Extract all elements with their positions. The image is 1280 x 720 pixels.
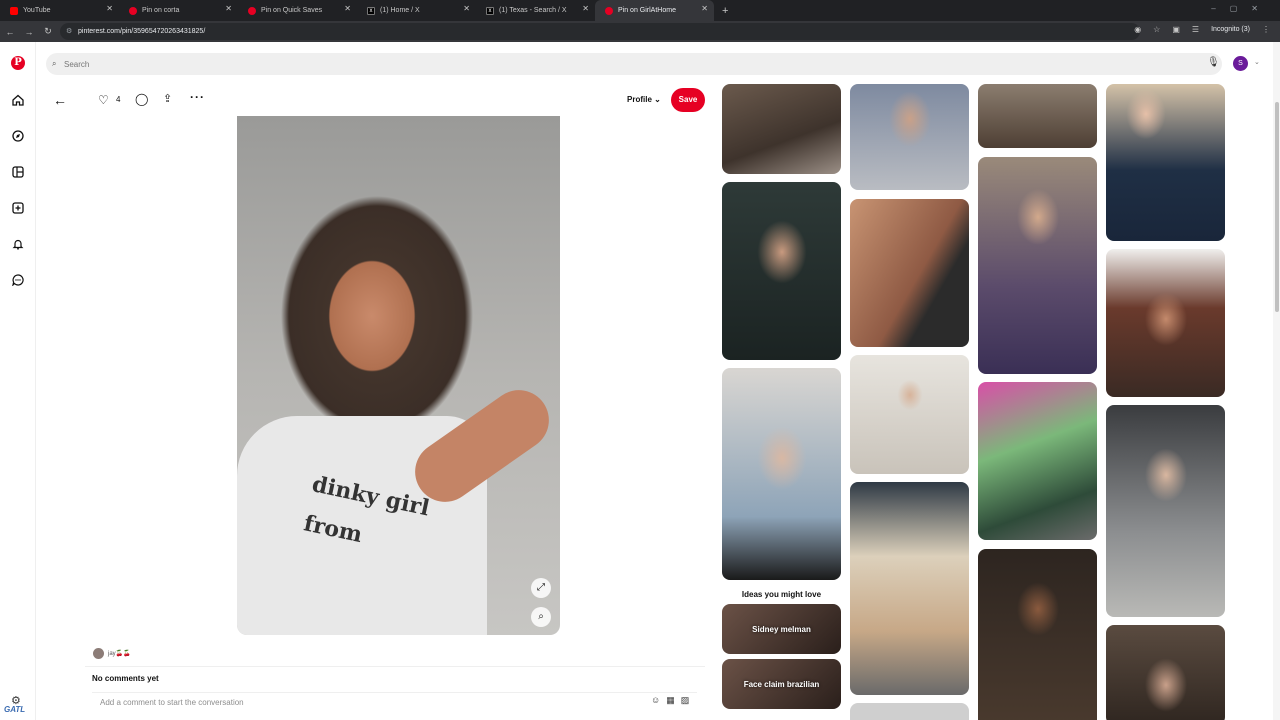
idea-card[interactable]: Sidney melman [722, 604, 841, 654]
related-pin[interactable] [850, 84, 969, 190]
menu-dots-icon[interactable]: ⋮ [1262, 25, 1270, 34]
corner-watermark: GATL [4, 705, 26, 714]
related-pin[interactable] [978, 84, 1097, 148]
search-input[interactable]: ⌕ Search [46, 53, 1222, 75]
tab-x-home[interactable]: x (1) Home / X ✕ [357, 0, 476, 21]
back-arrow-icon[interactable]: ← [53, 92, 67, 108]
microphone-icon[interactable]: 🎙 [1207, 57, 1220, 68]
pin-owner[interactable]: jay🍒🍒 [93, 648, 131, 659]
image-icon[interactable]: ▨ [681, 695, 696, 705]
browser-tab-bar: YouTube ✕ Pin on corta ✕ Pin on Quick Save… [0, 0, 1280, 21]
youtube-icon [10, 6, 18, 15]
chevron-down-icon: ⌄ [654, 95, 661, 104]
create-icon[interactable] [12, 201, 24, 214]
back-arrow-icon[interactable]: ← [1, 27, 19, 37]
related-pin[interactable] [850, 482, 969, 695]
related-pin[interactable] [978, 549, 1097, 720]
related-pin[interactable] [722, 182, 841, 360]
extensions-icon[interactable]: ☰ [1192, 25, 1199, 34]
share-icon[interactable]: ⇪ [163, 92, 172, 105]
emoji-icon[interactable]: ☺ [651, 695, 666, 705]
eye-off-icon[interactable]: ◉ [1134, 25, 1141, 34]
expand-icon[interactable]: ⤢ [531, 578, 551, 598]
related-pin[interactable] [850, 703, 969, 720]
sticker-icon[interactable]: ▦ [666, 695, 681, 705]
address-bar: ← → ↻ ⚙ pinterest.com/pin/35965472026343… [0, 21, 1280, 42]
related-pin[interactable] [978, 157, 1097, 374]
pinterest-icon [605, 6, 613, 15]
messages-icon[interactable] [11, 273, 24, 287]
x-icon: x [367, 6, 375, 15]
tab-pin-quick-saves[interactable]: Pin on Quick Saves ✕ [238, 0, 357, 21]
chevron-down-icon[interactable]: ⌄ [1254, 58, 1260, 66]
comment-icon[interactable]: ◯ [135, 92, 148, 106]
visual-search-icon[interactable]: ⌕ [531, 607, 551, 627]
comments-heading: No comments yet [92, 674, 159, 683]
related-pin[interactable] [1106, 625, 1225, 720]
close-icon[interactable]: ✕ [463, 4, 470, 13]
scrollbar-thumb[interactable] [1275, 102, 1279, 312]
tab-youtube[interactable]: YouTube ✕ [0, 0, 119, 21]
search-icon: ⌕ [52, 59, 57, 68]
close-icon[interactable]: ✕ [106, 4, 113, 13]
like-count: 4 [116, 95, 121, 104]
scrollbar[interactable] [1273, 42, 1280, 720]
idea-card[interactable]: Face claim brazilian [722, 659, 841, 709]
close-icon[interactable]: ✕ [344, 4, 351, 13]
pinterest-icon [248, 6, 256, 15]
close-icon[interactable]: ✕ [701, 4, 708, 13]
window-controls[interactable]: –▢✕ [1211, 4, 1272, 13]
tab-pin-girlathome[interactable]: Pin on GirlAtHome ✕ [595, 0, 714, 21]
tab-pin-corta[interactable]: Pin on corta ✕ [119, 0, 238, 21]
tab-search-icon[interactable]: ▣ [1172, 25, 1180, 34]
reload-icon[interactable]: ↻ [39, 26, 57, 37]
related-pins-grid: Ideas you might love Sidney melman Face … [722, 84, 1232, 720]
owner-avatar [93, 648, 104, 659]
pinterest-icon [129, 6, 137, 15]
related-pin[interactable] [722, 368, 841, 580]
new-tab-button[interactable]: + [722, 5, 728, 17]
x-icon: x [486, 6, 494, 15]
pin-image[interactable]: dinky girl from ⤢ ⌕ [237, 116, 560, 635]
ideas-heading: Ideas you might love [741, 590, 822, 599]
related-pin[interactable] [722, 84, 841, 174]
bookmark-star-icon[interactable]: ☆ [1153, 25, 1160, 34]
pin-detail-panel: ← ♡ 4 ◯ ⇪ ··· Profile ⌄ Save dinky girl … [53, 84, 710, 720]
pinterest-logo-icon[interactable]: P [11, 56, 25, 70]
avatar[interactable]: S [1233, 56, 1248, 71]
related-pin[interactable] [1106, 249, 1225, 397]
explore-icon[interactable] [12, 129, 24, 142]
home-icon[interactable] [12, 93, 24, 106]
forward-arrow-icon[interactable]: → [20, 27, 38, 37]
close-icon[interactable]: ✕ [582, 4, 589, 13]
related-pin[interactable] [1106, 405, 1225, 617]
comment-input[interactable]: Add a comment to start the conversation [92, 692, 697, 714]
close-icon[interactable]: ✕ [225, 4, 232, 13]
related-pin[interactable] [850, 199, 969, 347]
profile-dropdown[interactable]: Profile ⌄ [627, 95, 661, 104]
tab-x-texas[interactable]: x (1) Texas - Search / X ✕ [476, 0, 595, 21]
boards-icon[interactable] [12, 165, 24, 178]
divider [85, 666, 705, 667]
incognito-indicator[interactable]: Incognito (3) [1211, 26, 1250, 33]
url-field[interactable]: ⚙ pinterest.com/pin/359654720263431825/ [60, 23, 1140, 40]
site-info-icon[interactable]: ⚙ [66, 27, 72, 35]
related-pin[interactable] [850, 355, 969, 474]
more-options-icon[interactable]: ··· [190, 90, 205, 104]
heart-icon[interactable]: ♡ [98, 93, 109, 107]
related-pin[interactable] [978, 382, 1097, 540]
notifications-bell-icon[interactable] [12, 237, 24, 250]
comment-tools: ☺▦▨ [651, 695, 695, 706]
save-button[interactable]: Save [671, 88, 705, 112]
related-pin[interactable] [1106, 84, 1225, 241]
pin-action-bar: ← ♡ 4 ◯ ⇪ ··· Profile ⌄ Save [53, 84, 710, 116]
left-nav-rail: P [0, 42, 36, 720]
